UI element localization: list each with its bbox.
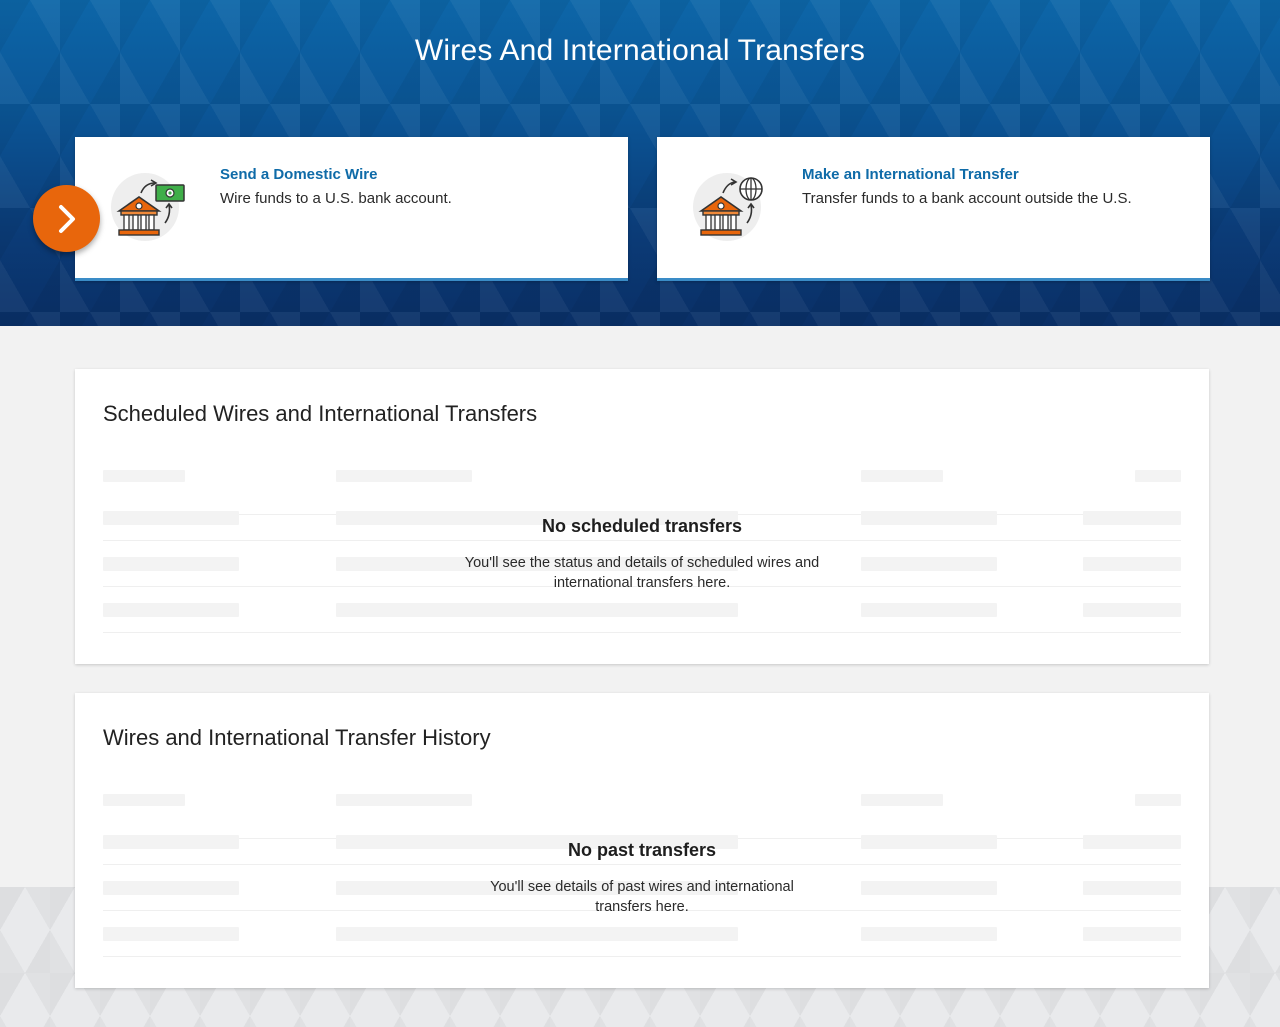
transfer-history-title: Wires and International Transfer History [103,725,491,750]
hero-banner: Wires And International Transfers Send a… [0,0,1280,326]
continue-arrow-button[interactable] [33,185,100,252]
bank-globe-icon [691,171,771,243]
send-domestic-wire-link[interactable]: Send a Domestic Wire [220,166,452,183]
international-transfer-card[interactable]: Make an International Transfer Transfer … [657,137,1210,281]
bank-money-icon [109,171,189,243]
history-empty-state: No past transfers You'll see details of … [75,840,1209,917]
scheduled-empty-state: No scheduled transfers You'll see the st… [75,516,1209,593]
scheduled-transfers-title: Scheduled Wires and International Transf… [103,401,538,426]
scheduled-empty-title: No scheduled transfers [541,516,743,536]
send-domestic-wire-card[interactable]: Send a Domestic Wire Wire funds to a U.S… [75,137,628,281]
international-transfer-description: Transfer funds to a bank account outside… [802,190,1132,207]
history-empty-title: No past transfers [567,840,717,860]
history-empty-text: You'll see details of past wires and int… [490,879,794,915]
page-title: Wires And International Transfers [414,34,866,67]
international-transfer-link[interactable]: Make an International Transfer [802,166,1132,183]
domestic-wire-description: Wire funds to a U.S. bank account. [220,190,452,207]
chevron-right-icon [58,204,75,233]
transfer-history-panel: Wires and International Transfer History [75,693,1209,988]
scheduled-transfers-panel: Scheduled Wires and International Transf… [75,369,1209,664]
scheduled-empty-text: You'll see the status and details of sch… [464,555,820,591]
